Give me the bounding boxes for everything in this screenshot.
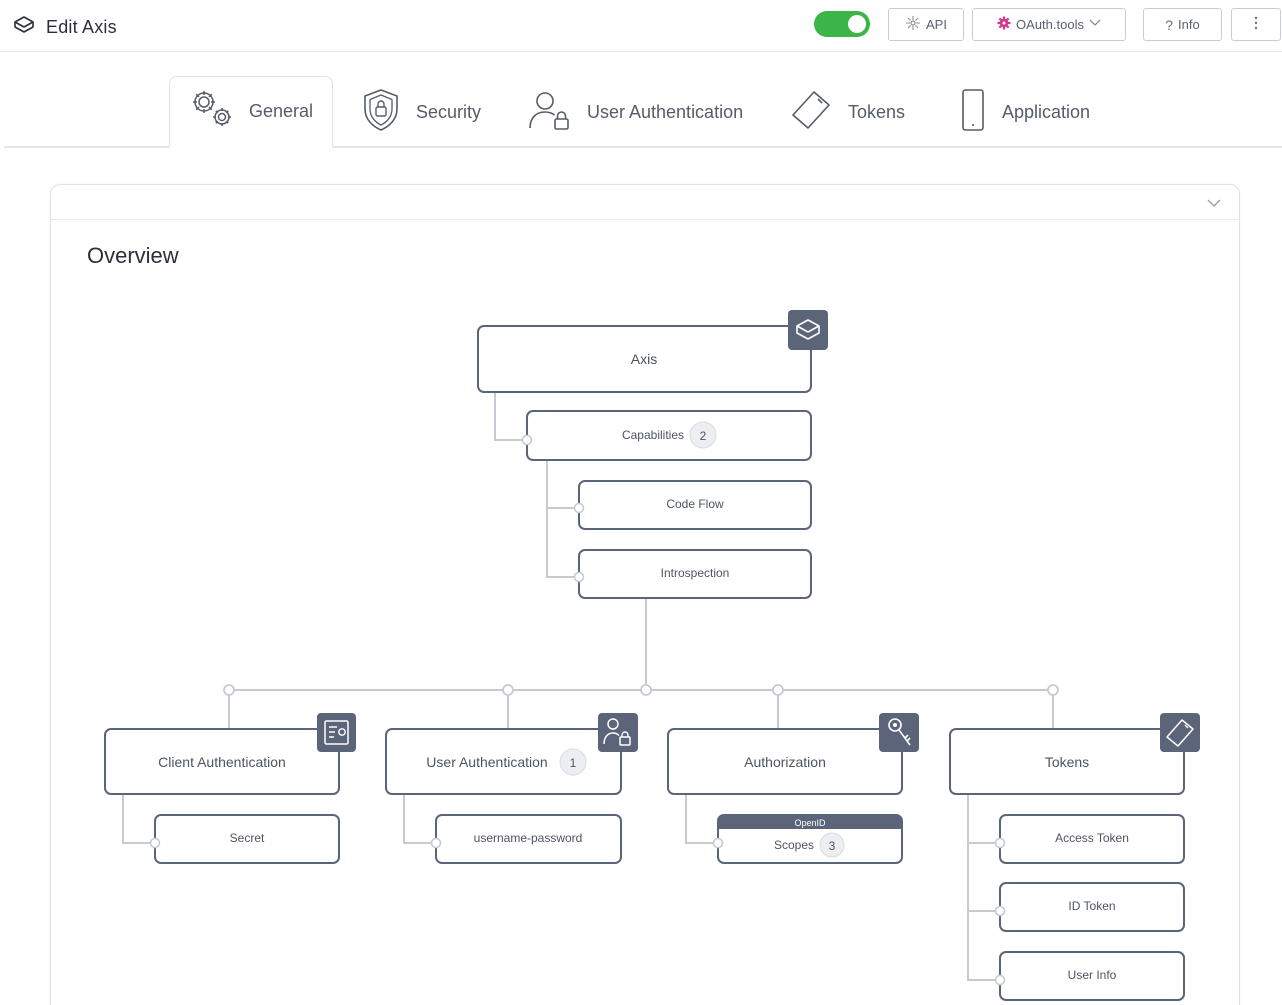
node-username-password-label: username-password <box>474 831 583 845</box>
diagram-node-user-authentication[interactable]: User Authentication 1 <box>385 728 622 795</box>
node-client-authentication-label: Client Authentication <box>158 754 286 770</box>
node-port-dots <box>149 434 1006 986</box>
overview-diagram: Axis Capabilities 2 Code Flow Introspect… <box>104 310 1200 1001</box>
node-authorization-label: Authorization <box>744 754 826 770</box>
tab-general[interactable]: General <box>169 76 333 148</box>
diagram-node-secret[interactable]: Secret <box>154 814 340 864</box>
node-id-token-label: ID Token <box>1068 899 1115 913</box>
node-scopes-label: Scopes <box>774 838 814 852</box>
tab-general-label: General <box>248 101 314 121</box>
diagram-node-capabilities[interactable]: Capabilities 2 <box>526 410 812 461</box>
diagram-node-introspection[interactable]: Introspection <box>578 549 812 599</box>
diagram-node-scopes[interactable]: OpenID Scopes 3 <box>717 814 903 864</box>
node-secret-label: Secret <box>230 831 265 845</box>
axis-box-icon <box>788 310 828 350</box>
node-user-authentication-label: User Authentication <box>426 754 547 770</box>
diagram-node-code-flow[interactable]: Code Flow <box>578 480 812 530</box>
diagram-node-access-token[interactable]: Access Token <box>999 814 1185 864</box>
capabilities-count: 2 <box>700 429 707 443</box>
node-introspection-label: Introspection <box>661 566 730 580</box>
node-access-token-label: Access Token <box>1055 831 1129 845</box>
openid-tag: OpenID <box>794 818 826 828</box>
token-badge-icon <box>1160 713 1200 752</box>
key-icon <box>879 713 919 752</box>
node-user-info-label: User Info <box>1068 968 1117 982</box>
client-auth-icon <box>317 713 356 752</box>
diagram-node-client-authentication[interactable]: Client Authentication <box>104 728 340 795</box>
user-lock-icon <box>598 713 638 752</box>
node-code-flow-label: Code Flow <box>666 497 724 511</box>
diagram-node-username-password[interactable]: username-password <box>435 814 622 864</box>
user-auth-count: 1 <box>570 756 577 770</box>
diagram-node-authorization[interactable]: Authorization <box>667 728 903 795</box>
diagram-node-user-info[interactable]: User Info <box>999 951 1185 1001</box>
node-capabilities-label: Capabilities <box>622 428 684 442</box>
diagram-node-id-token[interactable]: ID Token <box>999 882 1185 932</box>
gears-icon <box>189 88 235 135</box>
node-axis-label: Axis <box>631 351 657 367</box>
diagram-node-axis[interactable]: Axis <box>477 325 812 393</box>
node-tokens-label: Tokens <box>1045 754 1089 770</box>
scopes-count: 3 <box>829 839 836 853</box>
diagram-node-tokens[interactable]: Tokens <box>949 728 1185 795</box>
